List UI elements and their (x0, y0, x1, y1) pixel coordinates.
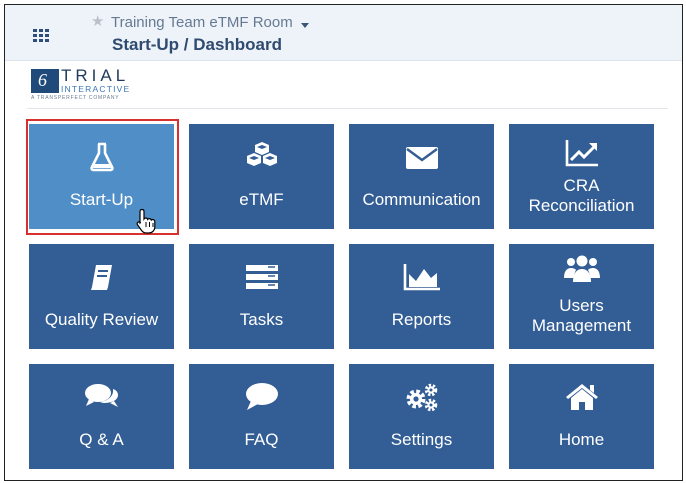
app-grid-icon[interactable] (33, 29, 49, 42)
divider (27, 108, 668, 109)
tile-q-and-a[interactable]: Q & A (29, 364, 174, 469)
tile-label: Tasks (239, 310, 284, 329)
hand-cursor-icon (136, 208, 158, 234)
tile-reports[interactable]: Reports (349, 244, 494, 349)
gears-icon (349, 382, 494, 414)
envelope-icon (349, 142, 494, 174)
home-icon (509, 382, 654, 414)
room-title[interactable]: Training Team eTMF Room (111, 14, 293, 32)
room-dropdown-caret-icon[interactable] (301, 23, 309, 28)
trend-chart-icon (509, 138, 654, 170)
trial-interactive-logo: 6 TRIAL INTERACTIVE A TRANSPERFECT COMPA… (27, 65, 173, 105)
logo-title: TRIAL (61, 66, 130, 85)
tile-quality-review[interactable]: Quality Review (29, 244, 174, 349)
area-chart-icon (349, 262, 494, 294)
tile-label: Quality Review (44, 310, 159, 329)
app-frame: ★ Training Team eTMF Room Start-Up / Das… (4, 4, 683, 481)
logo-mark: 6 (31, 69, 59, 93)
tile-faq[interactable]: FAQ (189, 364, 334, 469)
tile-label: Settings (390, 430, 453, 449)
favorite-star-icon[interactable]: ★ (91, 13, 104, 31)
tile-users-management[interactable]: Users Management (509, 244, 654, 349)
tile-settings[interactable]: Settings (349, 364, 494, 469)
cubes-icon (189, 142, 334, 174)
tile-label: CRA Reconciliation (528, 176, 635, 215)
tile-home[interactable]: Home (509, 364, 654, 469)
top-bar: ★ Training Team eTMF Room Start-Up / Das… (5, 5, 682, 61)
tile-etmf[interactable]: eTMF (189, 124, 334, 229)
book-icon (29, 262, 174, 294)
tile-communication[interactable]: Communication (349, 124, 494, 229)
tile-tasks[interactable]: Tasks (189, 244, 334, 349)
logo-company: A TRANSPERFECT COMPANY (31, 95, 120, 101)
tile-label: eTMF (239, 190, 284, 209)
tile-label: FAQ (244, 430, 279, 449)
comment-icon (189, 382, 334, 414)
tile-label: Communication (362, 190, 481, 209)
comments-icon (29, 382, 174, 414)
breadcrumb: Start-Up / Dashboard (112, 35, 283, 54)
tile-label: Users Management (531, 296, 632, 335)
tasks-icon (189, 262, 334, 294)
tile-cra-reconciliation[interactable]: CRA Reconciliation (509, 124, 654, 229)
users-icon (509, 254, 654, 286)
tile-label: Reports (391, 310, 452, 329)
tile-label: Home (558, 430, 605, 449)
tile-label: Q & A (79, 430, 124, 449)
logo-subtitle: INTERACTIVE (61, 84, 131, 94)
